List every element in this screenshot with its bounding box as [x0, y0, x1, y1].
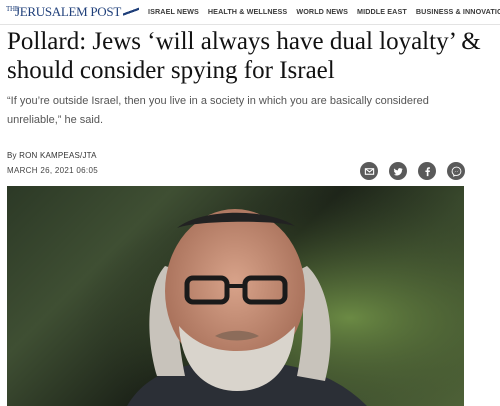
article-date: MARCH 26, 2021 06:05: [7, 166, 98, 175]
article-title: Pollard: Jews ‘will always have dual loy…: [7, 28, 481, 84]
main-nav: ISRAEL NEWS HEALTH & WELLNESS WORLD NEWS…: [148, 7, 500, 16]
article-byline[interactable]: By RON KAMPEAS/JTA: [7, 151, 97, 160]
nav-health-wellness[interactable]: HEALTH & WELLNESS: [208, 7, 287, 16]
nav-israel-news[interactable]: ISRAEL NEWS: [148, 7, 199, 16]
nav-world-news[interactable]: WORLD NEWS: [296, 7, 348, 16]
nav-middle-east[interactable]: MIDDLE EAST: [357, 7, 407, 16]
facebook-icon[interactable]: [418, 162, 436, 180]
logo-the: THE: [6, 4, 19, 13]
nav-business-innovation[interactable]: BUSINESS & INNOVATION: [416, 7, 500, 16]
email-icon[interactable]: [360, 162, 378, 180]
twitter-icon[interactable]: [389, 162, 407, 180]
logo-mark-icon: [122, 7, 139, 17]
article-subhead: “If you’re outside Israel, then you live…: [7, 95, 429, 126]
top-bar: THE JERUSALEM POST ISRAEL NEWS HEALTH & …: [0, 0, 500, 25]
photo-portrait: [7, 186, 464, 406]
messenger-icon[interactable]: [447, 162, 465, 180]
article-photo[interactable]: [7, 186, 464, 406]
logo-wordmark: JERUSALEM POST: [15, 4, 121, 19]
site-logo[interactable]: THE JERUSALEM POST: [6, 3, 139, 21]
share-buttons: [360, 162, 465, 180]
